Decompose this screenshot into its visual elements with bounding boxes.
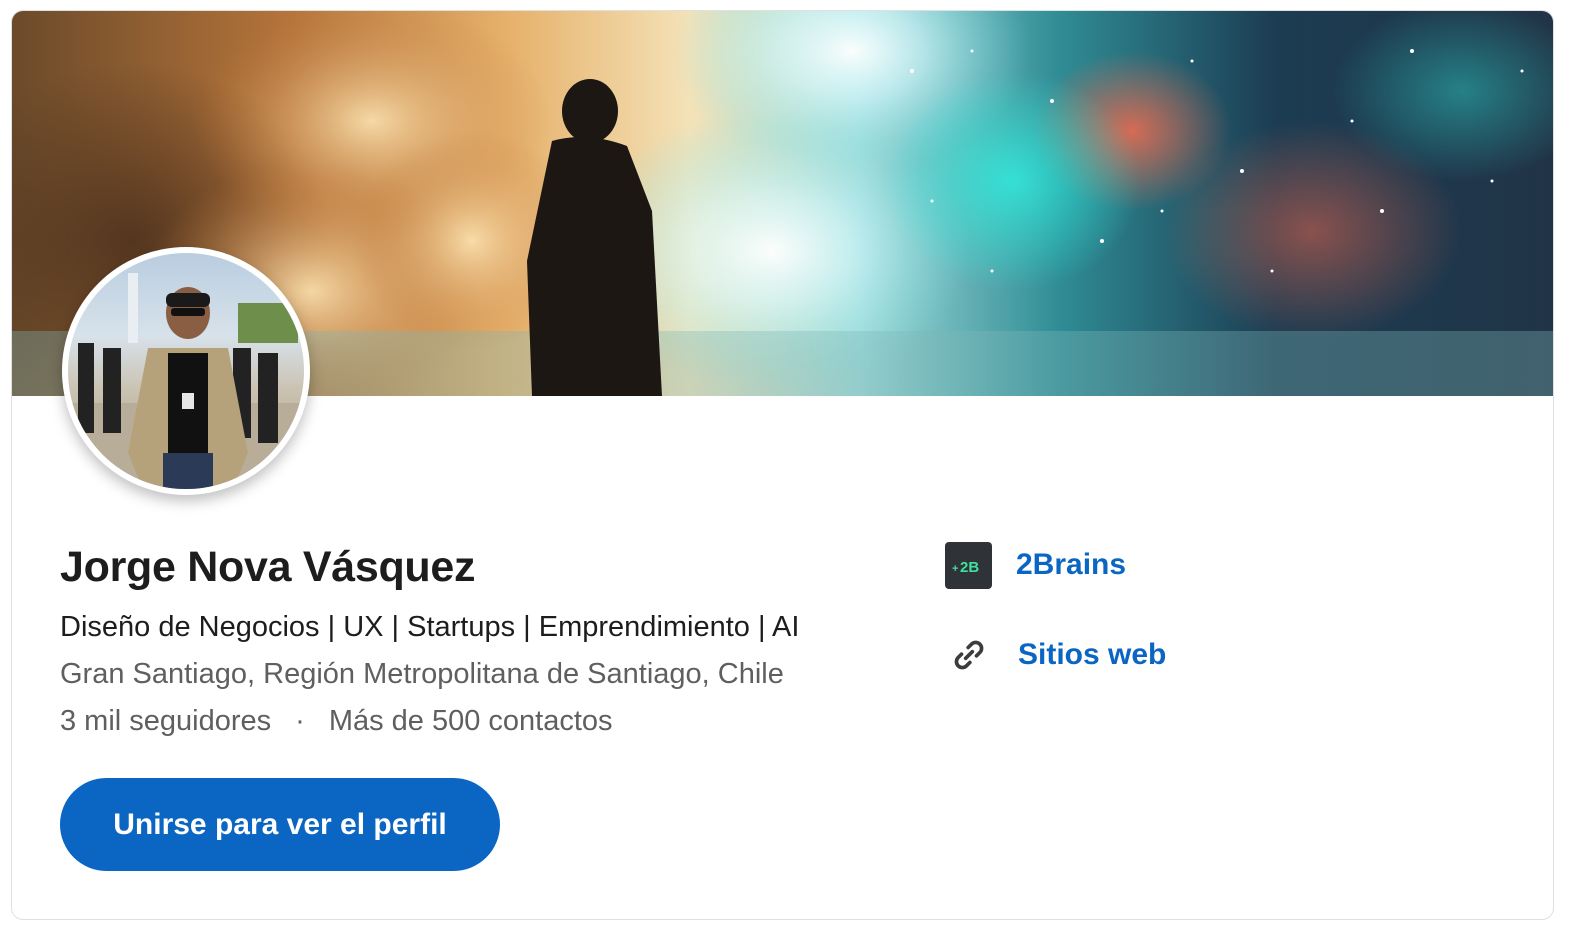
profile-location: Gran Santiago, Región Metropolitana de S… [60, 658, 784, 690]
profile-avatar [62, 247, 310, 495]
svg-text:+: + [952, 563, 958, 575]
company-logo-text: 2B [960, 559, 979, 576]
followers-count: 3 mil seguidores [60, 705, 272, 737]
websites-link[interactable]: Sitios web [1018, 638, 1166, 672]
stats-separator: · [295, 705, 305, 737]
link-icon [945, 632, 992, 679]
avatar-photo [68, 253, 304, 489]
current-company[interactable]: + 2B 2Brains [945, 541, 1126, 589]
join-to-view-profile-button[interactable]: Unirse para ver el perfil [60, 778, 500, 871]
profile-headline: Diseño de Negocios | UX | Startups | Emp… [60, 611, 800, 643]
profile-name: Jorge Nova Vásquez [60, 543, 476, 591]
company-link[interactable]: 2Brains [1016, 548, 1126, 582]
profile-card: Jorge Nova Vásquez Diseño de Negocios | … [11, 10, 1554, 920]
connections-count: Más de 500 contactos [328, 705, 613, 737]
2brains-logo-icon: + 2B [945, 541, 992, 589]
profile-stats: 3 mil seguidores · Más de 500 contactos [60, 705, 613, 738]
websites-item[interactable]: Sitios web [945, 631, 1166, 679]
